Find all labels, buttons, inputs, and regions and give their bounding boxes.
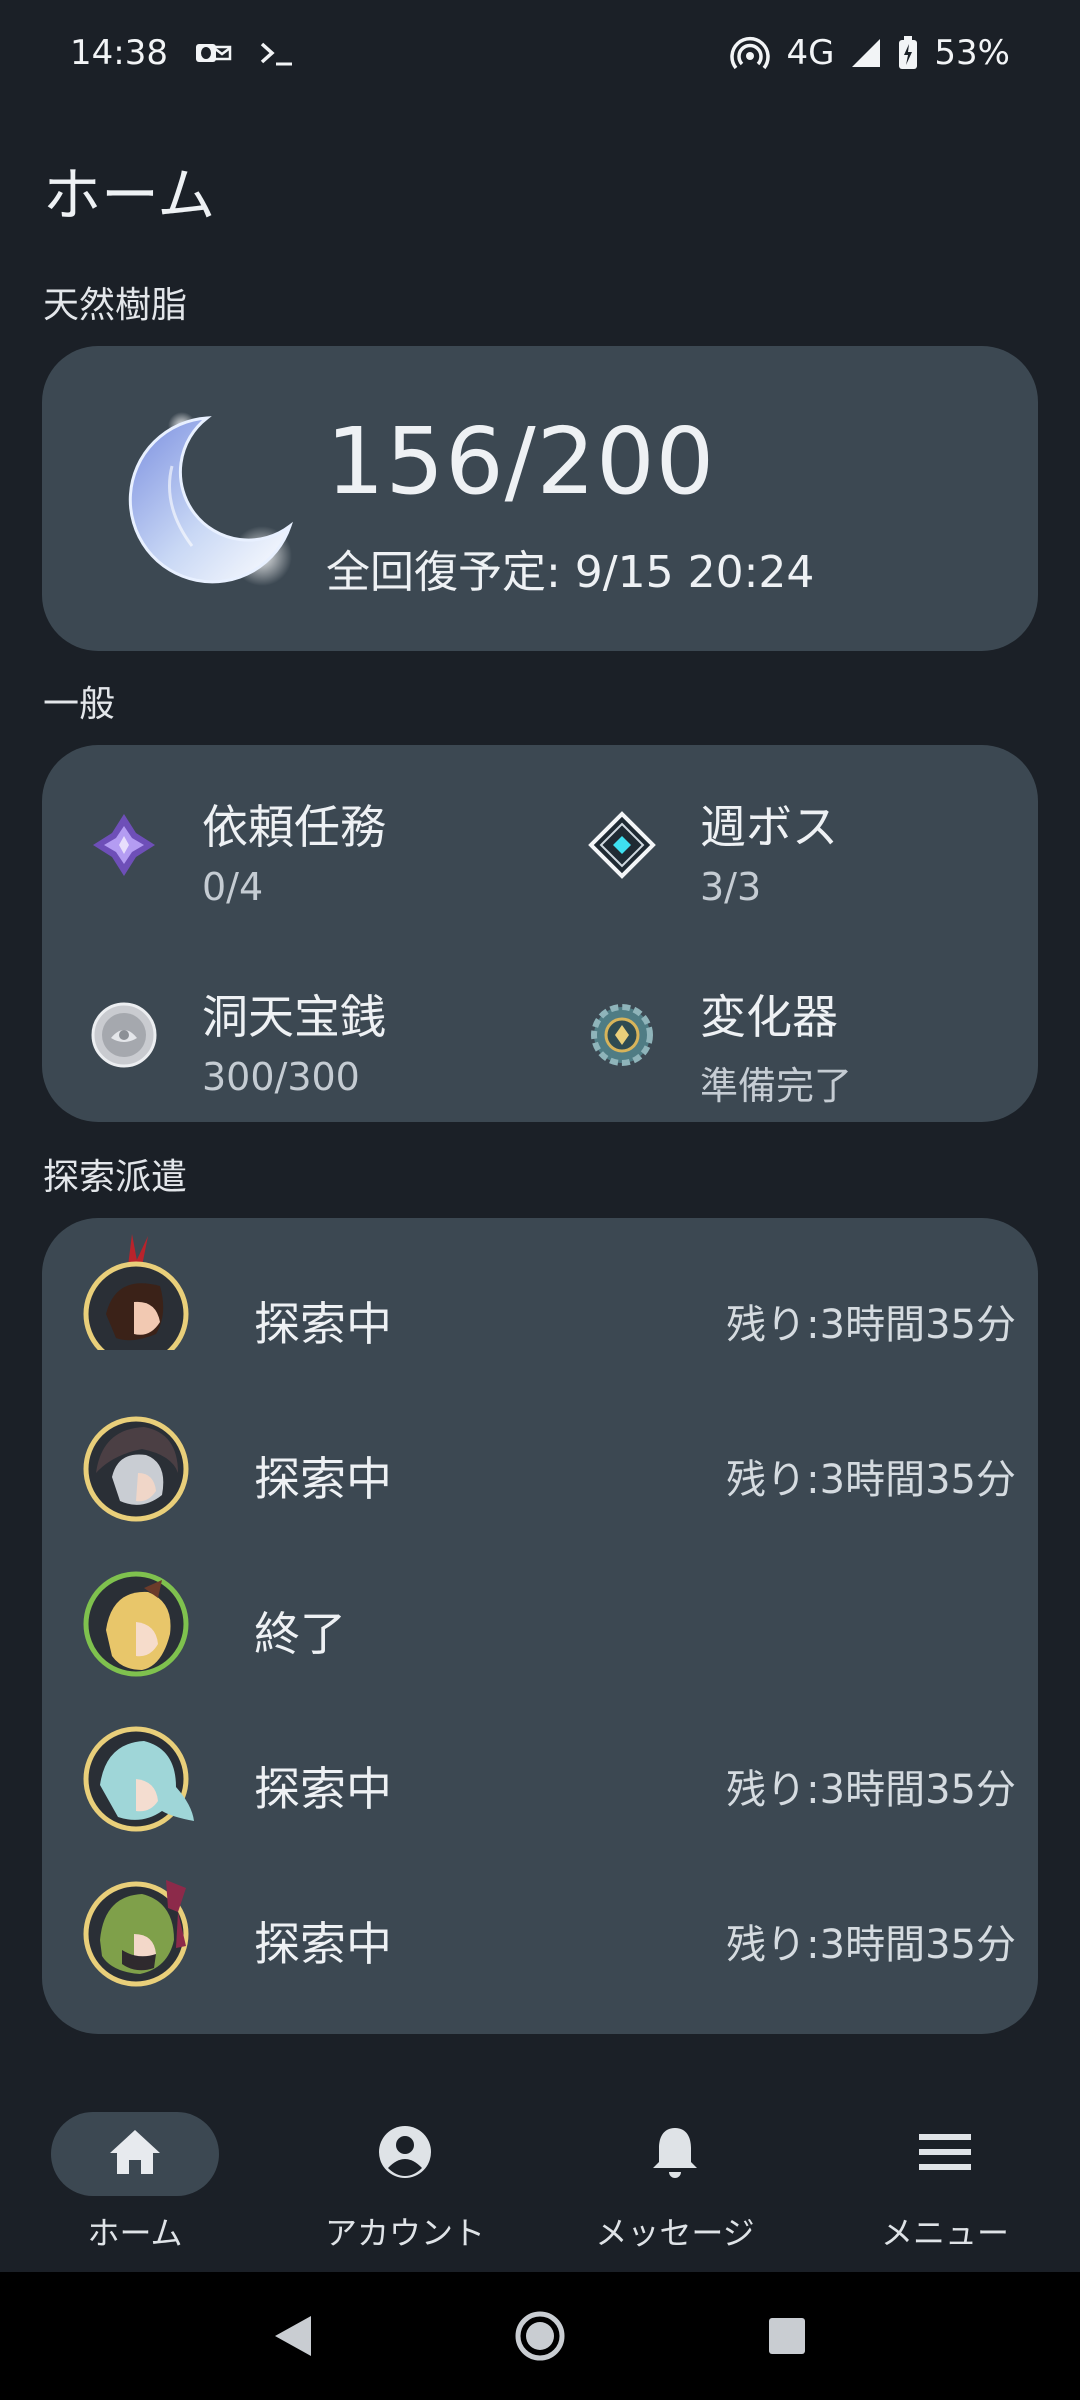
expedition-remaining: 残り:3時間35分 bbox=[726, 1457, 1016, 1503]
general-card: 依頼任務 0/4 週ボス 3/3 洞天宝銭 300/300 変化器 準備完了 bbox=[42, 745, 1038, 1122]
bell-icon bbox=[651, 2124, 699, 2184]
outlook-icon bbox=[194, 38, 232, 68]
nav-label: メッセージ bbox=[595, 2214, 755, 2252]
expedition-row[interactable]: 終了 bbox=[42, 1528, 1038, 1683]
expedition-remaining: 残り:3時間35分 bbox=[726, 1922, 1016, 1968]
general-item-value: 3/3 bbox=[700, 865, 762, 909]
account-icon bbox=[377, 2124, 433, 2184]
expedition-row[interactable]: 探索中 残り:3時間35分 bbox=[42, 1218, 1038, 1373]
terminal-icon bbox=[258, 38, 294, 68]
expedition-status: 探索中 bbox=[254, 1917, 392, 1971]
expedition-remaining: 残り:3時間35分 bbox=[726, 1767, 1016, 1813]
nav-label: ホーム bbox=[87, 2214, 183, 2252]
general-item-title: 週ボス bbox=[700, 800, 838, 854]
general-item-value: 300/300 bbox=[202, 1055, 360, 1099]
expedition-card: 探索中 残り:3時間35分 探索中 残り:3時間35分 終了 探索中 残り:3時… bbox=[42, 1218, 1038, 2034]
battery-icon bbox=[898, 35, 918, 70]
resin-section-label: 天然樹脂 bbox=[43, 285, 188, 326]
character-avatar bbox=[82, 1415, 190, 1523]
resin-value: 156/200 bbox=[326, 408, 716, 515]
system-navigation-bar bbox=[0, 2272, 1080, 2400]
expedition-status: 探索中 bbox=[254, 1297, 392, 1351]
general-item-title: 洞天宝銭 bbox=[202, 990, 386, 1044]
bottom-navigation: ホーム アカウント メッセージ メニュー bbox=[0, 2095, 1080, 2270]
nav-active-indicator bbox=[51, 2112, 219, 2196]
nav-label: アカウント bbox=[324, 2214, 485, 2252]
resin-recovery-time: 全回復予定: 9/15 20:24 bbox=[326, 547, 815, 598]
general-section-label: 一般 bbox=[43, 684, 116, 725]
general-item-value: 0/4 bbox=[202, 865, 264, 909]
expedition-status: 終了 bbox=[254, 1607, 346, 1661]
general-item-weekly-boss[interactable]: 週ボス 3/3 bbox=[582, 765, 1042, 915]
back-button[interactable] bbox=[253, 2296, 333, 2376]
commission-icon bbox=[84, 805, 164, 885]
general-item-transformer[interactable]: 変化器 準備完了 bbox=[582, 955, 1042, 1108]
nav-item-account[interactable]: アカウント bbox=[270, 2095, 540, 2270]
resin-moon-icon bbox=[112, 406, 302, 596]
recents-button[interactable] bbox=[747, 2296, 827, 2376]
transformer-icon bbox=[582, 995, 662, 1075]
home-circle-icon bbox=[515, 2311, 565, 2361]
battery-level: 53% bbox=[934, 32, 1010, 73]
realm-currency-icon bbox=[84, 995, 164, 1075]
status-bar: 14:38 4G 53% bbox=[0, 0, 1080, 105]
signal-icon bbox=[850, 37, 882, 69]
home-icon bbox=[108, 2127, 162, 2181]
home-button[interactable] bbox=[500, 2296, 580, 2376]
general-item-title: 依頼任務 bbox=[202, 800, 386, 854]
menu-icon bbox=[919, 2132, 971, 2176]
character-avatar bbox=[82, 1725, 194, 1833]
general-item-commission[interactable]: 依頼任務 0/4 bbox=[84, 765, 544, 915]
resin-card[interactable]: 156/200 全回復予定: 9/15 20:24 bbox=[42, 346, 1038, 651]
back-icon bbox=[275, 2316, 312, 2356]
general-item-value: 準備完了 bbox=[700, 1064, 853, 1108]
general-item-realm-currency[interactable]: 洞天宝銭 300/300 bbox=[84, 955, 544, 1105]
character-avatar bbox=[82, 1570, 190, 1678]
page-title: ホーム bbox=[43, 161, 216, 229]
nav-item-messages[interactable]: メッセージ bbox=[540, 2095, 810, 2270]
expedition-row[interactable]: 探索中 残り:3時間35分 bbox=[42, 1373, 1038, 1528]
recents-icon bbox=[768, 2318, 805, 2354]
status-time: 14:38 bbox=[70, 32, 168, 73]
nav-label: メニュー bbox=[880, 2214, 1009, 2252]
expedition-status: 探索中 bbox=[254, 1762, 392, 1816]
network-type: 4G bbox=[786, 32, 835, 73]
expedition-remaining: 残り:3時間35分 bbox=[726, 1302, 1016, 1348]
character-avatar bbox=[82, 1880, 190, 1988]
expedition-section-label: 探索派遣 bbox=[43, 1157, 188, 1198]
expedition-row[interactable]: 探索中 残り:3時間35分 bbox=[42, 1683, 1038, 1838]
nav-item-menu[interactable]: メニュー bbox=[810, 2095, 1080, 2270]
general-item-title: 変化器 bbox=[700, 990, 838, 1044]
expedition-status: 探索中 bbox=[254, 1452, 392, 1506]
character-avatar bbox=[82, 1234, 190, 1368]
weekly-boss-icon bbox=[582, 805, 662, 885]
nav-item-home[interactable]: ホーム bbox=[0, 2095, 270, 2270]
expedition-row[interactable]: 探索中 残り:3時間35分 bbox=[42, 1838, 1038, 1993]
hotspot-icon bbox=[730, 36, 771, 70]
